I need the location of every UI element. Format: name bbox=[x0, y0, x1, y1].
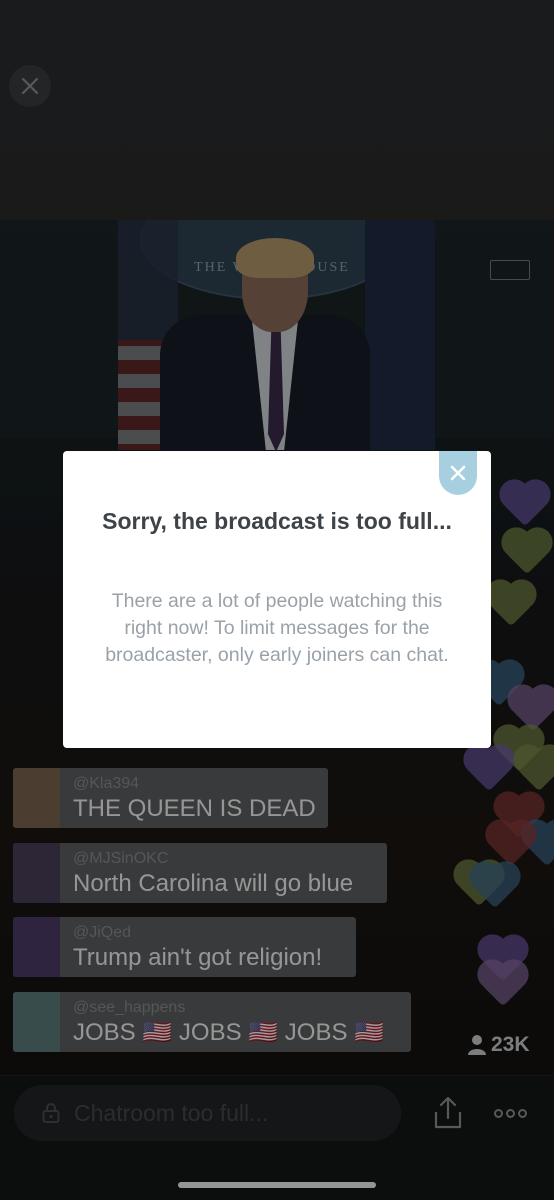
broadcast-full-dialog: Sorry, the broadcast is too full... Ther… bbox=[63, 451, 491, 748]
dialog-message: There are a lot of people watching this … bbox=[105, 590, 449, 666]
close-icon bbox=[450, 465, 466, 481]
dialog-title: Sorry, the broadcast is too full... bbox=[102, 508, 452, 534]
dialog-close-button[interactable] bbox=[439, 451, 477, 495]
